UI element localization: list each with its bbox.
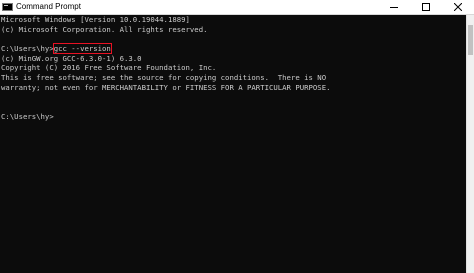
window-controls: [378, 0, 474, 14]
console-line: (c) MinGW.org GCC-6.3.0-1) 6.3.0: [1, 53, 142, 63]
minimize-button[interactable]: [378, 0, 410, 14]
minimize-icon: [390, 7, 398, 8]
current-prompt-line[interactable]: C:\Users\hy>: [1, 112, 466, 122]
console-output[interactable]: Microsoft Windows [Version 10.0.19044.18…: [0, 15, 466, 273]
console-app-icon[interactable]: [2, 3, 13, 11]
prompt-text: C:\Users\hy>: [1, 44, 54, 54]
console-line: (c) Microsoft Corporation. All rights re…: [1, 24, 208, 34]
close-button[interactable]: [442, 0, 474, 14]
maximize-button[interactable]: [410, 0, 442, 14]
console-line: Copyright (C) 2016 Free Software Foundat…: [1, 63, 217, 73]
window-title: Command Prompt: [16, 2, 81, 11]
console-line: This is free software; see the source fo…: [1, 73, 327, 83]
command-prompt-window: Command Prompt Microsoft Windows [Versio…: [0, 0, 474, 273]
command-line: C:\Users\hy>gcc --version: [1, 43, 466, 55]
scrollbar-thumb[interactable]: [468, 25, 473, 55]
console-line: warranty; not even for MERCHANTABILITY o…: [1, 82, 331, 92]
vertical-scrollbar[interactable]: [466, 15, 474, 273]
highlighted-command: gcc --version: [52, 43, 112, 55]
title-bar[interactable]: Command Prompt: [0, 0, 474, 15]
close-icon: [454, 3, 462, 11]
console-line: Microsoft Windows [Version 10.0.19044.18…: [1, 15, 190, 24]
maximize-icon: [422, 3, 430, 11]
